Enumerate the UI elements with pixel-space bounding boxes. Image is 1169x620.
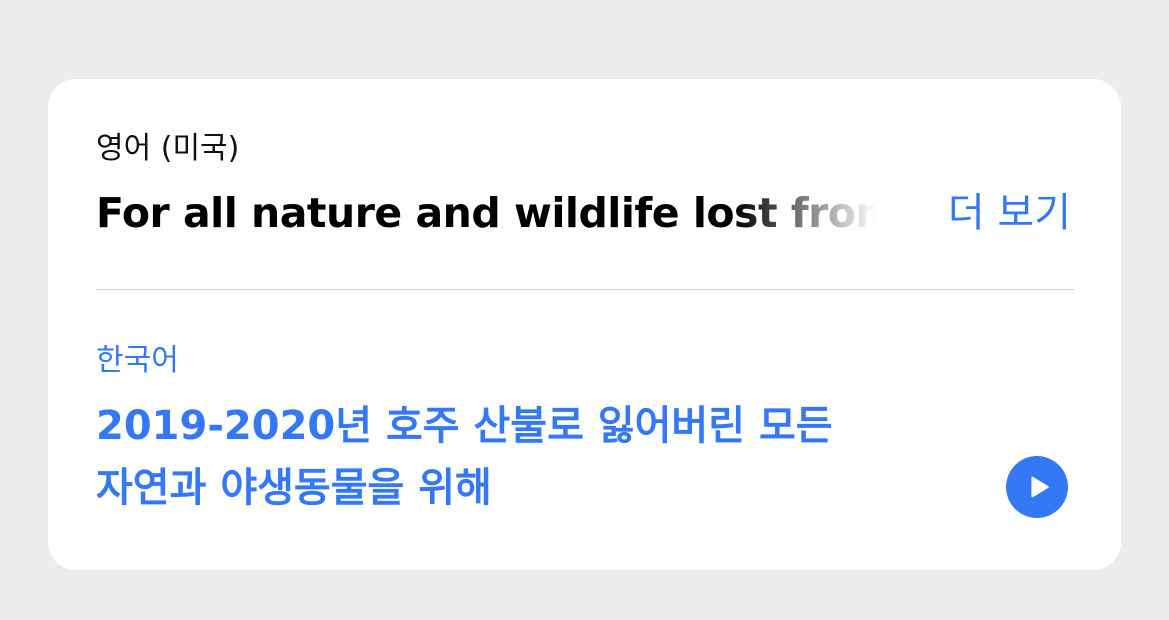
target-language-label: 한국어 — [96, 343, 179, 378]
source-text-container: For all nature and wildlife lost from — [96, 185, 876, 241]
divider — [96, 289, 1074, 290]
play-button[interactable] — [1006, 456, 1068, 518]
translated-text-line: 자연과 야생동물을 위해 — [96, 465, 492, 511]
source-text: For all nature and wildlife lost from — [96, 189, 876, 237]
source-language-label: 영어 (미국) — [96, 131, 240, 166]
show-more-button[interactable]: 더 보기 — [948, 185, 1071, 241]
translation-card: 영어 (미국) For all nature and wildlife lost… — [48, 79, 1121, 570]
translated-text: 2019-2020년 호주 산불로 잃어버린 모든 자연과 야생동물을 위해 — [96, 395, 936, 519]
translated-text-line: 2019-2020년 호주 산불로 잃어버린 모든 — [96, 403, 833, 449]
play-icon — [1031, 476, 1049, 498]
